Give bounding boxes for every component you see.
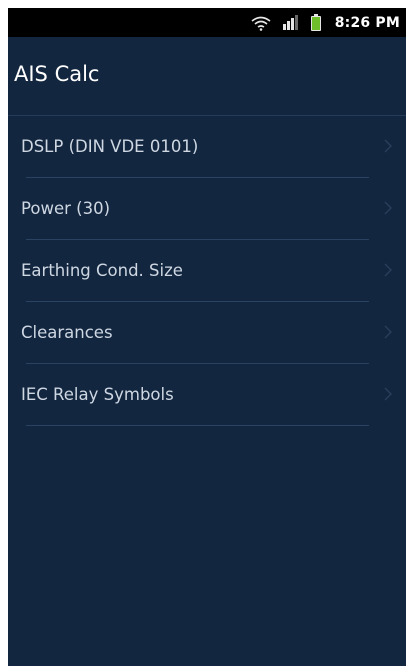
menu-item-earthing-cond-size[interactable]: Earthing Cond. Size: [8, 240, 406, 302]
menu-item-iec-relay-symbols[interactable]: IEC Relay Symbols: [8, 364, 406, 426]
menu-list: DSLP (DIN VDE 0101) Power (30) Earthing …: [8, 116, 406, 426]
status-time: 8:26 PM: [334, 14, 400, 31]
menu-item-dslp[interactable]: DSLP (DIN VDE 0101): [8, 116, 406, 178]
app-screen: 8:26 PM AIS Calc DSLP (DIN VDE 0101) Pow…: [8, 8, 406, 666]
chevron-right-icon: [384, 387, 392, 406]
menu-item-label: IEC Relay Symbols: [21, 385, 174, 404]
menu-item-label: Earthing Cond. Size: [21, 261, 183, 280]
chevron-right-icon: [384, 325, 392, 344]
status-icons: 8:26 PM: [251, 8, 400, 37]
chevron-right-icon: [384, 263, 392, 282]
menu-item-power[interactable]: Power (30): [8, 178, 406, 240]
status-bar: 8:26 PM: [8, 8, 406, 37]
battery-icon: [310, 14, 321, 31]
menu-item-label: Power (30): [21, 199, 111, 218]
divider: [26, 425, 369, 426]
chevron-right-icon: [384, 201, 392, 220]
app-title: AIS Calc: [14, 62, 100, 86]
action-bar: AIS Calc: [8, 37, 406, 116]
signal-icon: [282, 15, 299, 30]
chevron-right-icon: [384, 139, 392, 158]
menu-item-label: Clearances: [21, 323, 113, 342]
wifi-icon: [251, 15, 271, 31]
menu-item-clearances[interactable]: Clearances: [8, 302, 406, 364]
menu-item-label: DSLP (DIN VDE 0101): [21, 137, 199, 156]
